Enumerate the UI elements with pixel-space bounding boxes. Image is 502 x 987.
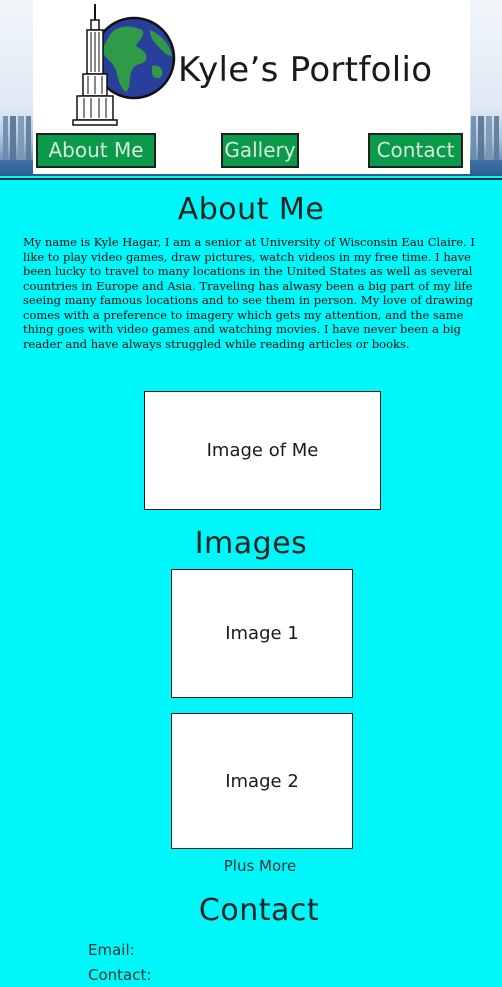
contact-heading: Contact [198,893,320,928]
site-header: Kyle’s Portfolio About Me Gallery Contac… [0,0,502,176]
about-paragraph: My name is Kyle Hagar, I am a senior at … [23,235,475,351]
contact-label: Contact: [88,966,152,984]
image-of-me-placeholder: Image of Me [144,391,381,510]
nav-about-button[interactable]: About Me [36,133,156,168]
gallery-image-2-label: Image 2 [225,770,299,792]
site-title: Kyle’s Portfolio [178,50,433,90]
header-divider [0,178,502,180]
about-heading: About Me [177,192,325,227]
image-of-me-label: Image of Me [206,440,319,461]
email-label: Email: [88,941,135,959]
images-heading: Images [194,526,308,561]
nav-contact-button[interactable]: Contact [368,133,463,168]
nav-gallery-button[interactable]: Gallery [221,133,299,168]
gallery-image-2[interactable]: Image 2 [171,713,353,849]
gallery-image-1-label: Image 1 [225,623,299,644]
plus-more-link[interactable]: Plus More [0,857,502,875]
gallery-image-1[interactable]: Image 1 [171,569,353,698]
empire-state-globe-icon [72,4,176,126]
